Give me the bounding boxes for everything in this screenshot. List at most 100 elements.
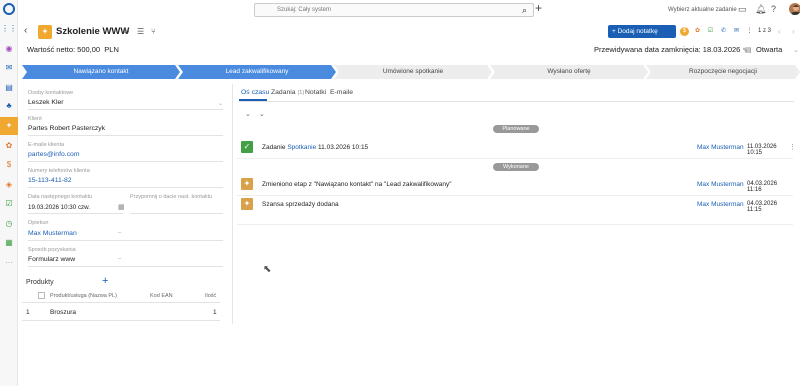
- event-user[interactable]: Max Musterman: [697, 201, 744, 208]
- event-date: 04.03.2026 11:15: [747, 201, 778, 213]
- record-header: ‹ ✦ Szkolenie WWW ↻ ☰ ⑂ + Dodaj notatkę …: [18, 22, 800, 42]
- source-label: Sposób pozyskania: [28, 247, 76, 253]
- deal-bag-icon: ✦: [241, 178, 253, 190]
- products-title: Produkty: [26, 279, 54, 286]
- client-value[interactable]: Partes Robert Pasterczyk: [28, 125, 105, 132]
- source-value[interactable]: Formularz www: [28, 256, 75, 263]
- finance-action-icon[interactable]: $: [680, 27, 689, 36]
- row-product-name: Broszura: [50, 309, 77, 316]
- stage-2[interactable]: Lead zakwalifikowany: [178, 65, 336, 79]
- next-record-icon[interactable]: ›: [792, 27, 795, 36]
- tab-tasks-label: Zadania: [271, 89, 296, 96]
- more-action-icon[interactable]: ⋮: [745, 27, 754, 36]
- row-qty: 1: [213, 309, 217, 316]
- activity-panel: Oś czasu Zadania (1) Notatki E-maile ⌄ ⌄…: [233, 84, 800, 386]
- contacts-icon[interactable]: ♣: [4, 101, 14, 111]
- event-link[interactable]: Spotkanie: [287, 144, 316, 151]
- quick-add-icon[interactable]: +: [535, 1, 542, 15]
- collapse-chevron-icon[interactable]: ⌄: [245, 110, 251, 118]
- status-select[interactable]: Otwarta: [756, 45, 782, 54]
- details-panel: Osoby kontaktowe Leszek Kler ⌄ Klient Pa…: [18, 84, 231, 386]
- owner-dash: –: [118, 230, 122, 236]
- stage-3[interactable]: Umówione spotkanie: [334, 65, 492, 79]
- status-list-icon: ▤: [745, 47, 752, 54]
- global-search-input[interactable]: Szukaj: Cały system ⌕: [254, 3, 534, 17]
- event-divider: [237, 224, 793, 225]
- mouse-cursor-icon: ⬉: [263, 264, 272, 275]
- net-value: Wartość netto: 500,00 PLN: [27, 45, 119, 54]
- more-icon[interactable]: …: [4, 256, 14, 266]
- next-contact-value[interactable]: 19.03.2026 10:30 czw.: [28, 204, 90, 211]
- flow-icon[interactable]: ⑂: [151, 27, 156, 36]
- sidebar: ⋮⋮ ◉ ✉ ▤ ♣ ✦ ✿ $ ◈ ☑ ◷ ▦ …: [0, 0, 18, 386]
- owner-value[interactable]: Max Musterman: [28, 230, 77, 237]
- user-avatar[interactable]: [788, 2, 800, 16]
- chevron-down-icon[interactable]: ⌄: [793, 46, 799, 54]
- phone-label: Numery telefonów klienta: [28, 168, 90, 174]
- current-task-select[interactable]: Wybierz aktualne zadanie: [654, 3, 749, 17]
- stage-1[interactable]: Nawiązano kontakt: [22, 65, 180, 79]
- next-contact-label: Data następnego kontaktu: [28, 194, 93, 200]
- event-user[interactable]: Max Musterman: [697, 144, 744, 151]
- reminder-label: Przypomnij o dacie nast. kontaktu: [130, 194, 213, 200]
- planned-badge: Planowane: [493, 125, 539, 133]
- event-text: Zadanie Spotkanie 11.03.2026 10:15: [262, 144, 368, 151]
- stage-4[interactable]: Wysłano ofertę: [490, 65, 648, 79]
- top-bar: Szukaj: Cały system ⌕ + Wybierz aktualne…: [18, 0, 800, 20]
- deals-icon[interactable]: ✦: [4, 121, 14, 131]
- app-logo[interactable]: [3, 3, 15, 15]
- help-icon[interactable]: ?: [771, 4, 776, 14]
- time-icon[interactable]: ◷: [4, 219, 14, 229]
- tab-timeline[interactable]: Oś czasu: [241, 89, 269, 96]
- add-note-button[interactable]: + Dodaj notatkę: [608, 25, 676, 38]
- chat-icon[interactable]: ▭: [738, 4, 747, 15]
- field-divider: [28, 109, 223, 110]
- email-value[interactable]: partes@info.com: [28, 151, 79, 158]
- email-action-icon[interactable]: ✉: [732, 27, 741, 36]
- timeline-event[interactable]: ✓ Zadanie Spotkanie 11.03.2026 10:15 Max…: [237, 141, 796, 156]
- chevron-down-icon[interactable]: ⌄: [218, 100, 223, 107]
- tab-notes[interactable]: Notatki: [305, 89, 326, 96]
- bell-icon[interactable]: 🔔︎: [755, 4, 766, 15]
- event-divider: [237, 195, 793, 196]
- done-badge: Wykonane: [493, 163, 539, 171]
- event-date: 11.03.2026 10:15: [747, 144, 777, 156]
- table-divider: [22, 320, 220, 321]
- products-icon[interactable]: ◈: [4, 180, 14, 190]
- dashboard-icon[interactable]: ◉: [4, 44, 14, 54]
- tab-emails[interactable]: E-maile: [330, 89, 353, 96]
- calendar-icon[interactable]: ▦: [4, 238, 14, 248]
- add-product-icon[interactable]: +: [102, 275, 108, 287]
- tasks-icon[interactable]: ☑: [4, 199, 14, 209]
- prev-record-icon[interactable]: ‹: [778, 27, 781, 36]
- task-action-icon[interactable]: ☑: [706, 27, 715, 36]
- calendar-picker-icon[interactable]: ▦: [118, 203, 125, 211]
- phone-value[interactable]: 15-113-411-82: [28, 177, 72, 184]
- phone-action-icon[interactable]: ✆: [719, 27, 728, 36]
- apps-grid-icon[interactable]: ⋮⋮: [1, 24, 17, 34]
- tag-action-icon[interactable]: ✿: [693, 27, 702, 36]
- mail-icon[interactable]: ✉: [4, 63, 14, 73]
- tab-tasks-count: (1): [297, 90, 305, 96]
- event-user[interactable]: Max Musterman: [697, 181, 744, 188]
- contacts-value[interactable]: Leszek Kler: [28, 99, 64, 106]
- tags-icon[interactable]: ✿: [4, 141, 14, 151]
- back-arrow-icon[interactable]: ‹: [24, 25, 27, 36]
- status-value: Otwarta: [756, 45, 783, 54]
- col-product-name: Produkt/usługa (Nazwa PL): [50, 293, 117, 299]
- email-label: E-maile klienta: [28, 142, 65, 148]
- timeline-event[interactable]: ✦ Szansa sprzedaży dodana Max Musterman …: [237, 198, 793, 213]
- event-menu-icon[interactable]: ⋮: [789, 143, 796, 151]
- timeline-event[interactable]: ✦ Zmieniono etap z "Nawiązano kontakt" n…: [237, 178, 793, 193]
- filter-chevron-icon[interactable]: ⌄: [259, 110, 265, 118]
- field-divider: [28, 187, 223, 188]
- list-icon[interactable]: ☰: [137, 27, 144, 36]
- stage-5[interactable]: Rozpoczęcie negocjacji: [646, 65, 800, 79]
- finance-icon[interactable]: $: [4, 160, 14, 170]
- refresh-icon[interactable]: ↻: [123, 27, 130, 36]
- tab-tasks[interactable]: Zadania (1): [271, 89, 304, 96]
- select-all-checkbox[interactable]: [38, 292, 45, 299]
- add-note-label: Dodaj notatkę: [617, 28, 658, 35]
- company-icon[interactable]: ▤: [4, 83, 14, 93]
- search-icon[interactable]: ⌕: [522, 5, 527, 16]
